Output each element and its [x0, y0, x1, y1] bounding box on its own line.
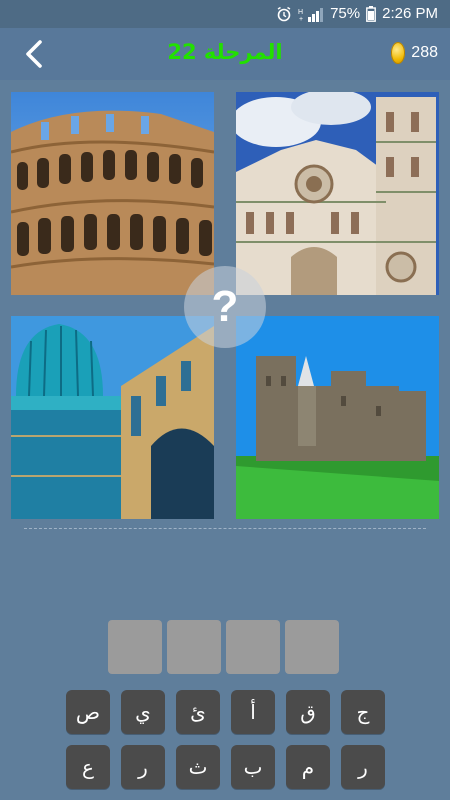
- alarm-icon: [276, 6, 292, 22]
- status-icons: H + 75% 2:26 PM: [276, 5, 438, 22]
- level-title: المرحلة 22: [167, 40, 283, 64]
- battery-percent: 75%: [330, 5, 361, 22]
- hint-button[interactable]: ?: [184, 266, 266, 348]
- puzzle-image-mosque[interactable]: [11, 316, 214, 519]
- letter-key[interactable]: ر: [341, 745, 385, 789]
- coin-icon: [391, 42, 406, 64]
- letter-key[interactable]: م: [286, 745, 330, 789]
- letter-key[interactable]: ب: [231, 745, 275, 789]
- answer-slot[interactable]: [285, 620, 339, 674]
- letter-key[interactable]: ر: [121, 745, 165, 789]
- coins-count: 288: [411, 44, 438, 61]
- letter-key[interactable]: ئ: [176, 690, 220, 734]
- letter-key[interactable]: ث: [176, 745, 220, 789]
- letter-key[interactable]: ج: [341, 690, 385, 734]
- answer-slot[interactable]: [108, 620, 162, 674]
- letter-key[interactable]: ق: [286, 690, 330, 734]
- status-bar: H + 75% 2:26 PM: [0, 0, 450, 28]
- svg-text:H: H: [298, 9, 303, 16]
- letter-key[interactable]: ص: [66, 690, 110, 734]
- puzzle-image-cathedral[interactable]: [236, 92, 439, 295]
- puzzle-image-castle[interactable]: [236, 316, 439, 519]
- svg-text:+: +: [299, 16, 303, 22]
- divider: [24, 528, 426, 529]
- answer-slot[interactable]: [226, 620, 280, 674]
- question-mark-icon: ?: [211, 282, 239, 331]
- app-header: المرحلة 22 288: [0, 28, 450, 80]
- coins-display[interactable]: 288: [391, 42, 438, 64]
- letter-key[interactable]: ع: [66, 745, 110, 789]
- status-time: 2:26 PM: [382, 5, 438, 22]
- signal-icon: H +: [298, 6, 324, 22]
- letter-key[interactable]: أ: [231, 690, 275, 734]
- puzzle-image-colosseum[interactable]: [11, 92, 214, 295]
- answer-slot[interactable]: [167, 620, 221, 674]
- letter-key[interactable]: ي: [121, 690, 165, 734]
- answer-slots: [108, 620, 339, 674]
- battery-icon: [366, 5, 377, 22]
